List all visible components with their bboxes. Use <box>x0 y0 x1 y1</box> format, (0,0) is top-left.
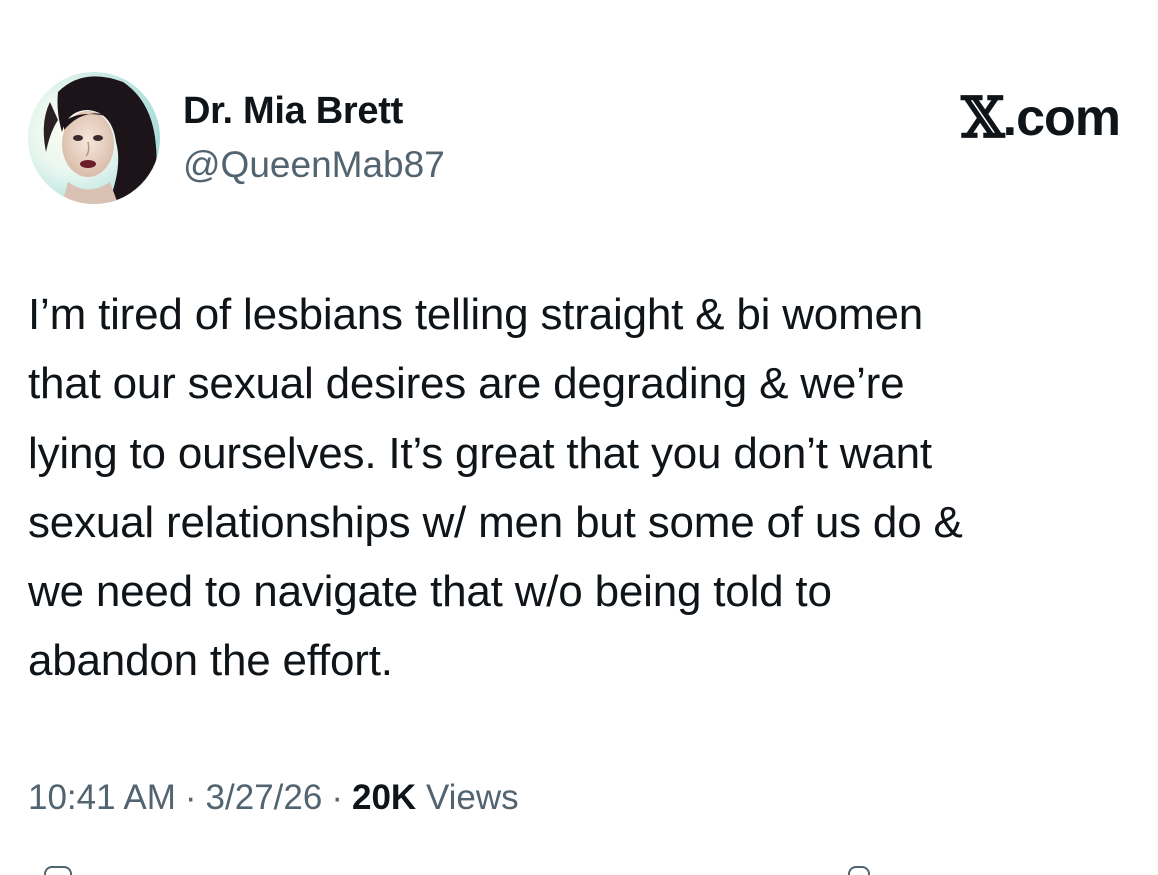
meta-separator: · <box>184 778 197 817</box>
tweet-date[interactable]: 3/27/26 <box>206 778 323 817</box>
meta-separator: · <box>331 778 343 817</box>
avatar[interactable] <box>28 72 160 204</box>
reply-icon[interactable] <box>44 866 72 875</box>
views-count: 20K <box>351 778 417 817</box>
tweet-meta: 10:41 AM · 3/27/26 · 20K Views <box>28 778 519 818</box>
display-name[interactable]: Dr. Mia Brett <box>183 90 403 133</box>
profile-photo <box>28 72 160 204</box>
tweet-text: I’m tired of lesbians telling straight &… <box>28 290 963 686</box>
user-handle[interactable]: @QueenMab87 <box>183 144 445 186</box>
views-label: Views <box>425 778 519 817</box>
brand-domain: .com <box>1002 89 1121 147</box>
x-logo: 𝕏 .com <box>961 85 1121 151</box>
bookmark-icon[interactable] <box>848 866 870 875</box>
tweet-time[interactable]: 10:41 AM <box>28 778 176 817</box>
x-icon: 𝕏 <box>961 85 1004 151</box>
